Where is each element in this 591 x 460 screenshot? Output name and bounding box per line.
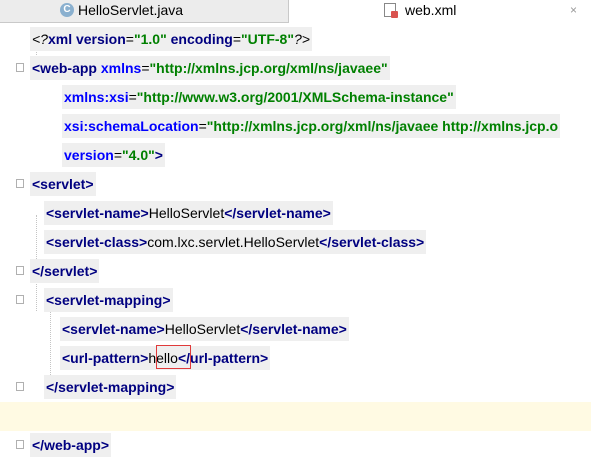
fold-icon[interactable] <box>16 382 24 391</box>
code-text: <servlet-name>HelloServlet</servlet-name… <box>44 201 333 225</box>
code-text: </servlet> <box>30 259 100 283</box>
code-text: xmlns:xsi="http://www.w3.org/2001/XMLSch… <box>62 85 456 109</box>
code-text: </web-app> <box>30 433 112 457</box>
code-text: version="4.0"> <box>62 143 165 167</box>
code-line-9: </servlet> <box>0 257 591 286</box>
code-line-11: <servlet-name>HelloServlet</servlet-name… <box>0 315 591 344</box>
code-text: </servlet-mapping> <box>44 375 177 399</box>
tab-helloservlet-java[interactable]: C HelloServlet.java <box>0 0 289 22</box>
code-line-1: <?xml version="1.0" encoding="UTF-8"?> <box>0 25 591 54</box>
tab-web-xml[interactable]: web.xml × <box>289 0 591 23</box>
fold-icon[interactable] <box>16 440 24 449</box>
code-text: <servlet-name>HelloServlet</servlet-name… <box>60 317 349 341</box>
fold-icon[interactable] <box>16 179 24 188</box>
code-text: xsi:schemaLocation="http://xmlns.jcp.org… <box>62 114 561 138</box>
code-text: <servlet> <box>30 172 96 196</box>
code-line-7: <servlet-name>HelloServlet</servlet-name… <box>0 199 591 228</box>
code-line-14 <box>0 402 591 431</box>
tab-label: web.xml <box>405 2 457 18</box>
code-line-8: <servlet-class>com.lxc.servlet.HelloServ… <box>0 228 591 257</box>
xml-file-icon <box>384 3 398 18</box>
editor-tab-bar: C HelloServlet.java web.xml × <box>0 0 591 23</box>
code-line-5: version="4.0"> <box>0 141 591 170</box>
java-class-icon: C <box>60 3 74 17</box>
fold-icon[interactable] <box>16 266 24 275</box>
code-line-15: </web-app> <box>0 431 591 460</box>
code-line-3: xmlns:xsi="http://www.w3.org/2001/XMLSch… <box>0 83 591 112</box>
code-line-4: xsi:schemaLocation="http://xmlns.jcp.org… <box>0 112 591 141</box>
code-line-13: </servlet-mapping> <box>0 373 591 402</box>
code-line-6: <servlet> <box>0 170 591 199</box>
code-line-10: <servlet-mapping> <box>0 286 591 315</box>
code-text: <servlet-class>com.lxc.servlet.HelloServ… <box>44 230 427 254</box>
code-text: <?xml version="1.0" encoding="UTF-8"?> <box>30 27 312 51</box>
close-icon[interactable]: × <box>570 3 577 17</box>
highlight-box <box>156 345 191 369</box>
code-line-12: <url-pattern>hello</url-pattern> <box>0 344 591 373</box>
code-text: <web-app xmlns="http://xmlns.jcp.org/xml… <box>30 56 390 80</box>
fold-icon[interactable] <box>16 295 24 304</box>
tab-label: HelloServlet.java <box>78 2 184 18</box>
code-editor[interactable]: <?xml version="1.0" encoding="UTF-8"?> <… <box>0 23 591 457</box>
code-text: <servlet-mapping> <box>44 288 173 312</box>
fold-icon[interactable] <box>16 63 24 72</box>
code-line-2: <web-app xmlns="http://xmlns.jcp.org/xml… <box>0 54 591 83</box>
